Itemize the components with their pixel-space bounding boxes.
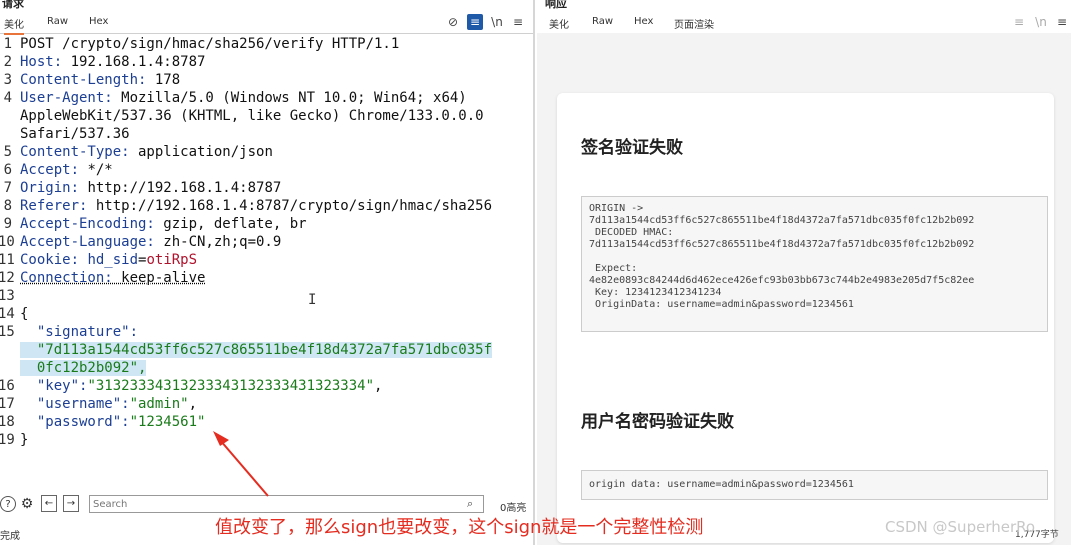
annotation-text: 值改变了，那么sign也要改变，这个sign就是一个完整性检测 [215, 517, 704, 538]
watermark: CSDN @SuperherRo [885, 518, 1036, 536]
annotation-arrow-icon [213, 431, 269, 497]
